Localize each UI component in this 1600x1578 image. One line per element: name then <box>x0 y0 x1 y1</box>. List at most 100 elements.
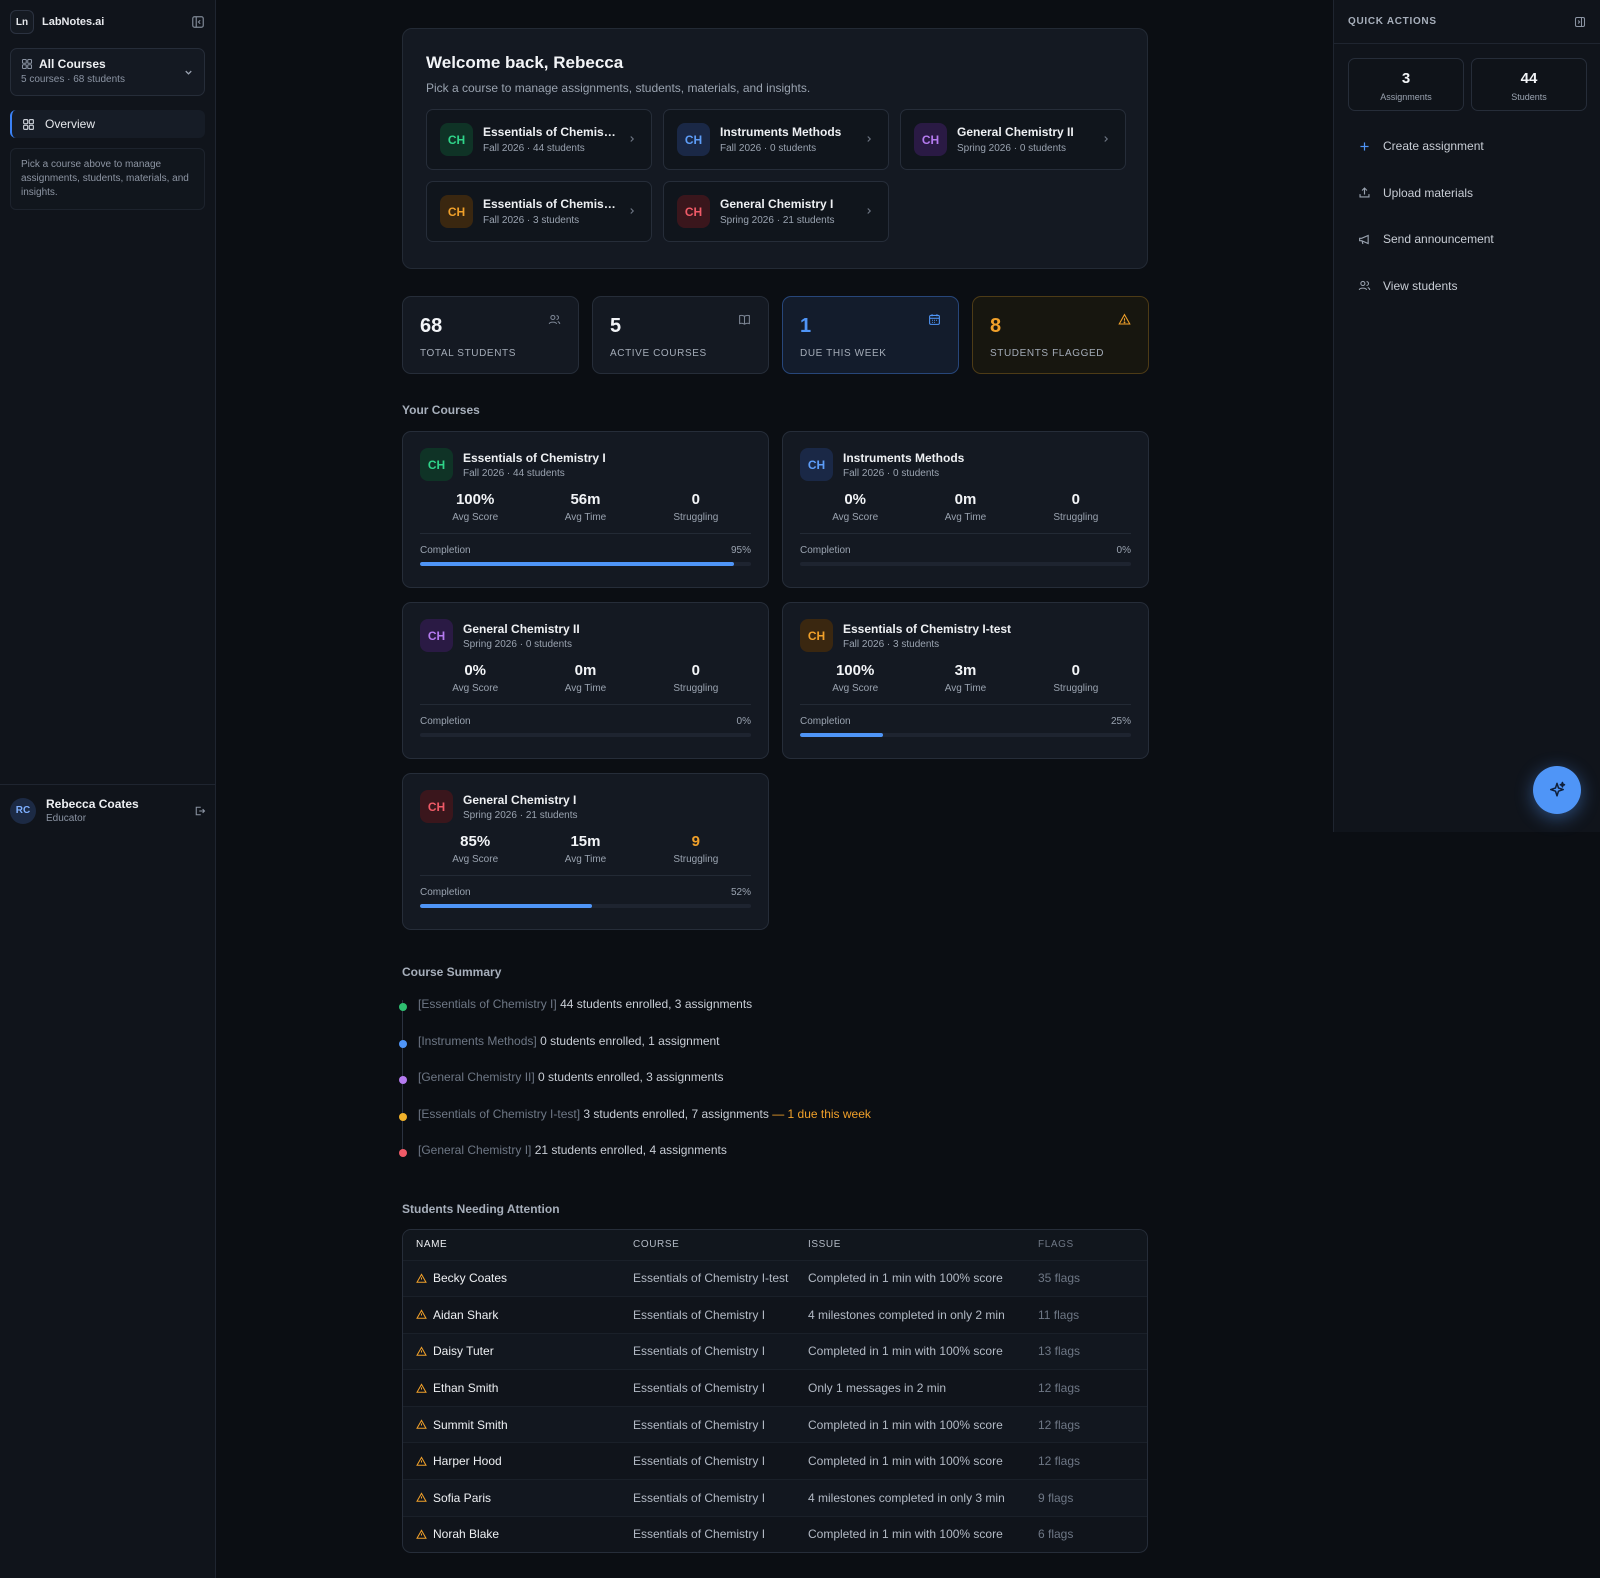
table-row[interactable]: Daisy Tuter Essentials of Chemistry I Co… <box>403 1332 1147 1370</box>
upload-materials-button[interactable]: Upload materials <box>1334 170 1600 217</box>
panel-collapse-icon[interactable] <box>1574 16 1586 28</box>
course-selector[interactable]: All Courses 5 courses · 68 students <box>10 48 205 96</box>
student-issue: Completed in 1 min with 100% score <box>808 1454 1003 1469</box>
table-row[interactable]: Aidan Shark Essentials of Chemistry I 4 … <box>403 1296 1147 1333</box>
course-name: Essentials of Chemist... <box>483 197 617 211</box>
users-icon <box>1358 279 1371 292</box>
chevron-down-icon <box>183 67 194 78</box>
completion-progress-fill <box>420 904 593 908</box>
student-name: Daisy Tuter <box>433 1344 494 1359</box>
table-row[interactable]: Summit Smith Essentials of Chemistry I C… <box>403 1405 1147 1443</box>
student-flags: 12 flags <box>1038 1417 1081 1432</box>
table-row[interactable]: Norah Blake Essentials of Chemistry I Co… <box>403 1515 1147 1553</box>
avatar[interactable]: RC <box>10 797 36 824</box>
quick-actions-list: Create assignment Upload materials Send … <box>1334 123 1600 309</box>
course-summary-card[interactable]: CH Essentials of Chemistry I Fall 2026 ·… <box>402 431 769 588</box>
divider <box>800 704 1131 705</box>
calendar-icon <box>928 313 941 326</box>
summary-course: [Essentials of Chemistry I] <box>418 997 557 1011</box>
student-issue: Completed in 1 min with 100% score <box>808 1344 1003 1359</box>
course-card[interactable]: CH Essentials of Chemist... Fall 2026 · 4… <box>426 109 652 170</box>
divider <box>800 533 1131 534</box>
completion-percent: 0% <box>1116 545 1131 556</box>
divider <box>420 533 751 534</box>
avg-time-label: Avg Time <box>944 683 987 694</box>
warning-icon <box>416 1273 427 1284</box>
table-row[interactable]: Becky Coates Essentials of Chemistry I-t… <box>403 1259 1147 1297</box>
summary-due: — 1 due this week <box>772 1106 871 1121</box>
completion-progress-fill <box>800 733 883 737</box>
completion-label: Completion <box>420 887 471 898</box>
megaphone-icon <box>1358 233 1371 246</box>
view-students-button[interactable]: View students <box>1334 263 1600 310</box>
user-role: Educator <box>46 813 87 824</box>
action-label: Create assignment <box>1383 139 1484 154</box>
course-meta: Spring 2026 · 21 students <box>720 215 835 226</box>
stats-row: 68 TOTAL STUDENTS 5 ACTIVE COURSES 1 DUE… <box>402 296 1149 374</box>
course-meta: Fall 2026 · 0 students <box>843 467 940 479</box>
create-assignment-button[interactable]: Create assignment <box>1334 123 1600 170</box>
warning-icon <box>416 1529 427 1540</box>
struggling-label: Struggling <box>1053 512 1099 523</box>
summary-course: [General Chemistry I] <box>418 1143 532 1157</box>
student-course: Essentials of Chemistry I <box>633 1381 766 1396</box>
table-row[interactable]: Ethan Smith Essentials of Chemistry I On… <box>403 1369 1147 1406</box>
completion-percent: 0% <box>736 716 751 727</box>
course-card[interactable]: CH Instruments Methods Fall 2026 · 0 stud… <box>663 109 889 170</box>
course-summary-card[interactable]: CH General Chemistry II Spring 2026 · 0 … <box>402 602 769 759</box>
course-summary-card[interactable]: CH General Chemistry I Spring 2026 · 21 … <box>402 773 769 930</box>
avg-score-value: 100% <box>455 491 495 508</box>
quick-actions-title: QUICK ACTIONS <box>1348 16 1437 27</box>
course-badge: CH <box>914 123 947 156</box>
student-flags: 12 flags <box>1038 1381 1081 1396</box>
student-flags: 12 flags <box>1038 1454 1081 1469</box>
student-flags: 13 flags <box>1038 1344 1081 1359</box>
student-issue: 4 milestones completed in only 3 min <box>808 1490 1005 1505</box>
divider <box>420 704 751 705</box>
table-row[interactable]: Sofia Paris Essentials of Chemistry I 4 … <box>403 1479 1147 1516</box>
course-card[interactable]: CH General Chemistry II Spring 2026 · 0 s… <box>900 109 1126 170</box>
header-flags: FLAGS <box>1038 1239 1074 1250</box>
qa-stat-label: Assignments <box>1380 92 1432 102</box>
users-icon <box>548 313 561 326</box>
course-meta: Fall 2026 · 3 students <box>843 638 940 650</box>
qa-stat-assignments: 3 Assignments <box>1348 58 1464 111</box>
nav-item-overview[interactable]: Overview <box>10 110 205 138</box>
send-announcement-button[interactable]: Send announcement <box>1334 216 1600 263</box>
summary-course: [Essentials of Chemistry I-test] <box>418 1106 581 1121</box>
avg-score-label: Avg Score <box>832 512 879 523</box>
summary-text: 44 students enrolled, 3 assignments <box>560 997 753 1011</box>
chevron-right-icon <box>627 206 637 216</box>
stat-due-this-week: 1 DUE THIS WEEK <box>782 296 959 374</box>
qa-stat-value: 44 <box>1520 70 1538 87</box>
warning-icon <box>416 1382 427 1394</box>
course-card[interactable]: CH General Chemistry I Spring 2026 · 21 s… <box>663 181 889 242</box>
course-name: Instruments Methods <box>720 125 842 139</box>
qa-stat-students: 44 Students <box>1471 58 1587 111</box>
sidebar-collapse-icon[interactable] <box>191 15 205 29</box>
avg-time-label: Avg Time <box>944 512 987 523</box>
course-card[interactable]: CH Essentials of Chemist... Fall 2026 · 3… <box>426 181 652 242</box>
course-summary-card[interactable]: CH Essentials of Chemistry I-test Fall 2… <box>782 602 1149 759</box>
book-icon <box>738 313 751 326</box>
course-name: General Chemistry I <box>463 792 577 807</box>
avg-score-label: Avg Score <box>452 683 499 694</box>
completion-progress-bar <box>800 562 1131 566</box>
table-row[interactable]: Harper Hood Essentials of Chemistry I Co… <box>403 1442 1147 1479</box>
avg-time-value: 56m <box>570 491 601 508</box>
course-picker-grid: CH Essentials of Chemist... Fall 2026 · 4… <box>426 109 1126 242</box>
avg-score-value: 100% <box>835 662 875 679</box>
course-name: Essentials of Chemistry I <box>463 450 606 465</box>
chevron-right-icon <box>864 206 874 216</box>
logout-icon[interactable] <box>194 805 206 817</box>
course-summary-card[interactable]: CH Instruments Methods Fall 2026 · 0 stu… <box>782 431 1149 588</box>
student-name: Summit Smith <box>433 1417 508 1432</box>
ai-assistant-button[interactable] <box>1533 766 1581 814</box>
avg-score-value: 0% <box>464 662 486 679</box>
qa-stat-value: 3 <box>1401 70 1411 87</box>
course-badge: CH <box>420 790 453 823</box>
header-issue: ISSUE <box>808 1239 842 1250</box>
completion-label: Completion <box>420 716 471 727</box>
action-label: View students <box>1383 278 1458 293</box>
qa-stat-label: Students <box>1511 92 1547 102</box>
